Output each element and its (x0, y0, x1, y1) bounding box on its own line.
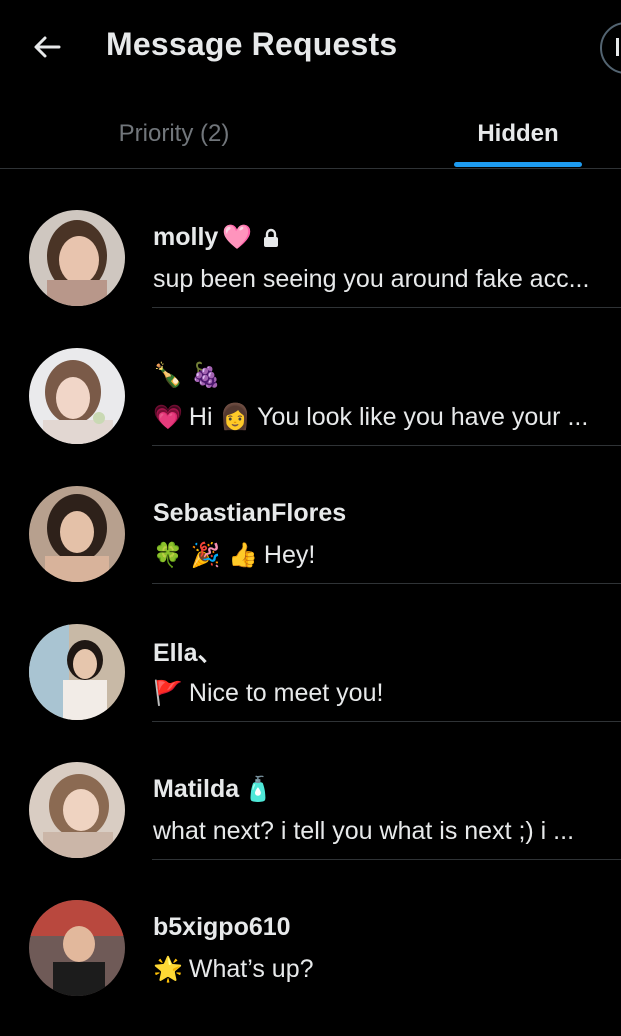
sender-name-line: Ella、 (153, 634, 222, 668)
message-preview: Hey! (263, 540, 316, 569)
settings-button[interactable] (600, 22, 621, 74)
list-item[interactable]: SebastianFlores 🍀 🎉 👍 Hey! (0, 446, 621, 584)
message-preview-line: sup been seeing you around fake acc... (153, 262, 613, 296)
message-preview: sup been seeing you around fake acc... (153, 264, 590, 293)
message-preview-line: what next? i tell you what is next ;) i … (153, 814, 613, 848)
heart-emoji-icon: 💗 (153, 403, 183, 431)
message-preview-line: 💗 Hi 👩 You look like you have your ... (153, 400, 613, 434)
red-flag-emoji-icon: 🚩 (153, 679, 183, 707)
tab-priority[interactable]: Priority (2) (0, 100, 348, 168)
tab-hidden[interactable]: Hidden (418, 100, 618, 168)
list-item[interactable]: 🍾 🍇 💗 Hi 👩 You look like you have your .… (0, 308, 621, 446)
sender-name: molly (153, 222, 219, 251)
page-title: Message Requests (106, 26, 398, 62)
message-preview-line: 🚩 Nice to meet you! (153, 676, 613, 710)
message-preview: Hi 👩 You look like you have your ... (188, 402, 589, 431)
sender-name-line: 🍾 🍇 (153, 358, 227, 392)
avatar[interactable] (29, 348, 125, 444)
active-tab-indicator (454, 162, 582, 167)
sender-name: Matilda (153, 774, 240, 803)
message-preview: Nice to meet you! (188, 678, 384, 707)
sender-name-line: molly 🩷 (153, 220, 280, 254)
star-emoji-icon: 🌟 (153, 955, 183, 983)
avatar[interactable] (29, 486, 125, 582)
top-bar: Message Requests (0, 0, 621, 96)
sender-name: Ella、 (153, 639, 223, 667)
lotion-bottle-emoji-icon: 🧴 (243, 775, 274, 803)
heart-emoji-icon: 🩷 (222, 223, 253, 251)
message-preview-line: 🍀 🎉 👍 Hey! (153, 538, 613, 572)
sender-name-line: Matilda 🧴 (153, 772, 273, 806)
message-preview-line: 🌟 What’s up? (153, 952, 613, 986)
avatar[interactable] (29, 762, 125, 858)
list-item[interactable]: molly 🩷 sup been seeing you around fake … (0, 170, 621, 308)
settings-icon (616, 38, 621, 56)
sender-name-emoji: 🍾 🍇 (153, 361, 222, 389)
sender-name: SebastianFlores (153, 498, 347, 527)
avatar[interactable] (29, 900, 125, 996)
arrow-left-icon (34, 36, 61, 58)
avatar[interactable] (29, 210, 125, 306)
avatar[interactable] (29, 624, 125, 720)
sender-name-line: b5xigpo610 (153, 910, 291, 944)
lock-icon (264, 228, 279, 247)
list-item[interactable]: Ella、 🚩 Nice to meet you! (0, 584, 621, 722)
list-item[interactable]: Matilda 🧴 what next? i tell you what is … (0, 722, 621, 860)
message-preview: What’s up? (188, 954, 314, 983)
list-item[interactable]: b5xigpo610 🌟 What’s up? (0, 860, 621, 998)
back-button[interactable] (28, 28, 66, 66)
message-request-list: molly 🩷 sup been seeing you around fake … (0, 170, 621, 998)
sender-name-line: SebastianFlores (153, 496, 346, 530)
sender-name: b5xigpo610 (153, 912, 291, 941)
clover-party-thumbsup-emoji-icon: 🍀 🎉 👍 (153, 541, 258, 569)
message-preview: what next? i tell you what is next ;) i … (153, 816, 575, 845)
tab-bar: Priority (2) Hidden (0, 100, 621, 169)
